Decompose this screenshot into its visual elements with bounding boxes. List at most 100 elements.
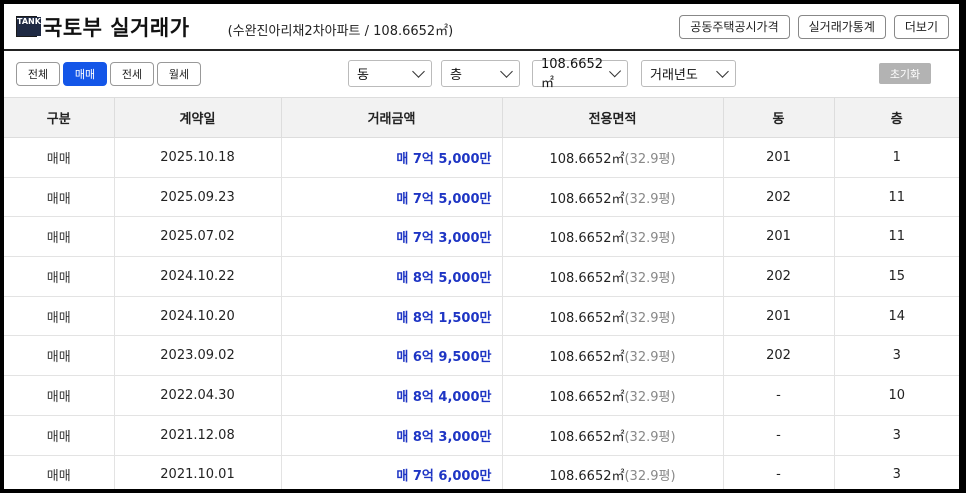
- table-row[interactable]: 매매 2025.10.18 매 7억 5,000만 108.6652㎡(32.9평) 2…: [4, 137, 959, 178]
- pyeong-value: (32.9평): [624, 310, 676, 326]
- cell-kind: 매매: [4, 335, 115, 377]
- cell-price: 매 7억 5,000만: [281, 177, 503, 218]
- pyeong-value: (32.9평): [624, 429, 676, 445]
- cell-floor: 3: [834, 335, 959, 377]
- col-date-header: 계약일: [114, 97, 282, 138]
- more-button[interactable]: 더보기: [893, 14, 949, 39]
- cell-price: 매 8억 3,000만: [281, 415, 503, 456]
- pyeong-value: (32.9평): [624, 350, 676, 366]
- tab-all[interactable]: 전체: [16, 62, 60, 86]
- filter-bar: 전체 매매 전세 월세 동 층 108.6652㎡ 거래년도 초기화: [4, 51, 959, 97]
- page-header: TA NK 국토부 실거래가 (수완진아리채2차아파트 / 108.6652㎡)…: [4, 4, 959, 51]
- pyeong-value: (32.9평): [624, 151, 676, 167]
- cell-kind: 매매: [4, 177, 115, 218]
- table-row[interactable]: 매매 2025.09.23 매 7억 5,000만 108.6652㎡(32.9평) 2…: [4, 177, 959, 218]
- col-kind-header: 구분: [4, 97, 115, 138]
- cell-price: 매 8억 4,000만: [281, 375, 503, 416]
- year-select-value: 거래년도: [650, 68, 698, 83]
- table-row[interactable]: 매매 2021.10.01 매 7억 6,000만 108.6652㎡(32.9평) -…: [4, 455, 959, 489]
- chevron-down-icon: [716, 64, 729, 78]
- floor-select[interactable]: 층: [441, 60, 520, 87]
- cell-date: 2022.04.30: [114, 375, 282, 416]
- cell-price: 매 8억 5,000만: [281, 256, 503, 297]
- table-row[interactable]: 매매 2025.07.02 매 7억 3,000만 108.6652㎡(32.9평) 2…: [4, 216, 959, 258]
- cell-floor: 15: [834, 256, 959, 297]
- area-value: 108.6652㎡: [549, 151, 625, 167]
- dong-select[interactable]: 동: [348, 60, 432, 87]
- table-row[interactable]: 매매 2024.10.20 매 8억 1,500만 108.6652㎡(32.9평) 2…: [4, 296, 959, 337]
- col-dong-header: 동: [723, 97, 835, 138]
- cell-area: 108.6652㎡(32.9평): [502, 296, 724, 337]
- cell-area: 108.6652㎡(32.9평): [502, 216, 724, 258]
- cell-date: 2021.10.01: [114, 455, 282, 489]
- cell-kind: 매매: [4, 375, 115, 416]
- cell-dong: -: [723, 375, 835, 416]
- area-select[interactable]: 108.6652㎡: [532, 57, 628, 91]
- cell-dong: -: [723, 415, 835, 456]
- area-value: 108.6652㎡: [549, 389, 625, 405]
- area-value: 108.6652㎡: [549, 469, 625, 485]
- cell-kind: 매매: [4, 296, 115, 337]
- tab-monthly-rent[interactable]: 월세: [157, 62, 201, 86]
- dong-select-value: 동: [357, 68, 369, 83]
- pyeong-value: (32.9평): [624, 270, 676, 286]
- area-value: 108.6652㎡: [549, 350, 625, 366]
- logo-letter-ta: TA: [17, 17, 29, 27]
- trade-stats-button[interactable]: 실거래가통계: [797, 14, 886, 39]
- cell-floor: 3: [834, 455, 959, 489]
- year-select[interactable]: 거래년도: [641, 60, 736, 87]
- cell-floor: 11: [834, 177, 959, 218]
- trade-type-tabs: 전체 매매 전세 월세: [16, 62, 201, 86]
- logo-letter-nk: NK: [28, 17, 41, 27]
- cell-area: 108.6652㎡(32.9평): [502, 256, 724, 297]
- cell-date: 2024.10.22: [114, 256, 282, 297]
- pyeong-value: (32.9평): [624, 191, 676, 207]
- cell-area: 108.6652㎡(32.9평): [502, 375, 724, 416]
- cell-dong: -: [723, 455, 835, 489]
- floor-select-value: 층: [450, 68, 462, 83]
- cell-area: 108.6652㎡(32.9평): [502, 455, 724, 489]
- cell-date: 2024.10.20: [114, 296, 282, 337]
- cell-date: 2021.12.08: [114, 415, 282, 456]
- table-row[interactable]: 매매 2023.09.02 매 6억 9,500만 108.6652㎡(32.9평) 2…: [4, 335, 959, 377]
- app-window: TA NK 국토부 실거래가 (수완진아리채2차아파트 / 108.6652㎡)…: [4, 4, 959, 489]
- col-price-header: 거래금액: [281, 97, 503, 138]
- cell-dong: 202: [723, 256, 835, 297]
- cell-kind: 매매: [4, 415, 115, 456]
- pyeong-value: (32.9평): [624, 469, 676, 485]
- area-select-value: 108.6652㎡: [541, 56, 604, 91]
- table-row[interactable]: 매매 2021.12.08 매 8억 3,000만 108.6652㎡(32.9평) -…: [4, 415, 959, 456]
- cell-floor: 3: [834, 415, 959, 456]
- cell-price: 매 7억 5,000만: [281, 137, 503, 178]
- col-area-header: 전용면적: [502, 97, 724, 138]
- area-value: 108.6652㎡: [549, 231, 625, 247]
- tab-jeonse[interactable]: 전세: [110, 62, 154, 86]
- cell-date: 2025.07.02: [114, 216, 282, 258]
- cell-floor: 10: [834, 375, 959, 416]
- cell-date: 2025.09.23: [114, 177, 282, 218]
- table-row[interactable]: 매매 2022.04.30 매 8억 4,000만 108.6652㎡(32.9평) -…: [4, 375, 959, 416]
- cell-date: 2023.09.02: [114, 335, 282, 377]
- reset-button[interactable]: 초기화: [879, 63, 931, 84]
- pyeong-value: (32.9평): [624, 231, 676, 247]
- cell-area: 108.6652㎡(32.9평): [502, 415, 724, 456]
- public-price-button[interactable]: 공동주택공시가격: [679, 14, 790, 39]
- area-value: 108.6652㎡: [549, 270, 625, 286]
- cell-price: 매 6억 9,500만: [281, 335, 503, 377]
- cell-dong: 201: [723, 137, 835, 178]
- col-floor-header: 층: [834, 97, 959, 138]
- cell-price: 매 8억 1,500만: [281, 296, 503, 337]
- cell-area: 108.6652㎡(32.9평): [502, 335, 724, 377]
- tank-logo: TA NK: [16, 16, 41, 37]
- tab-sale[interactable]: 매매: [63, 62, 107, 86]
- cell-dong: 201: [723, 296, 835, 337]
- cell-kind: 매매: [4, 137, 115, 178]
- cell-dong: 201: [723, 216, 835, 258]
- cell-kind: 매매: [4, 455, 115, 489]
- cell-area: 108.6652㎡(32.9평): [502, 177, 724, 218]
- area-value: 108.6652㎡: [549, 191, 625, 207]
- page-title: 국토부 실거래가: [43, 15, 190, 40]
- table-row[interactable]: 매매 2024.10.22 매 8억 5,000만 108.6652㎡(32.9평) 2…: [4, 256, 959, 297]
- cell-floor: 1: [834, 137, 959, 178]
- cell-price: 매 7억 3,000만: [281, 216, 503, 258]
